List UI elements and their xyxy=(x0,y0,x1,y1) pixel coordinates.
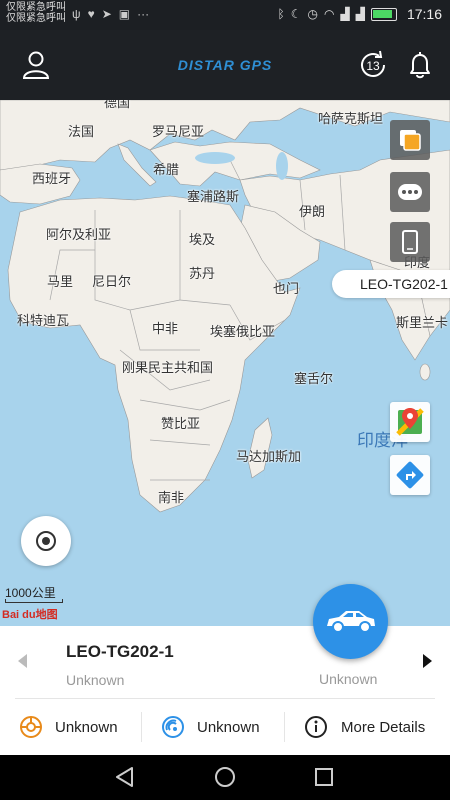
map-label-iran: 伊朗 xyxy=(299,204,326,219)
nav-buttons xyxy=(116,767,333,787)
device-name: LEO-TG202-1 xyxy=(66,642,174,661)
map-label-ethiopia: 埃塞俄比亚 xyxy=(210,324,276,339)
map-label-seychelles: 塞舌尔 xyxy=(294,371,334,386)
signal-status-button[interactable]: Unknown xyxy=(160,712,260,742)
map-chat-button[interactable] xyxy=(390,172,430,212)
more-details-label: More Details xyxy=(341,718,426,736)
layers-icon xyxy=(400,130,421,151)
map-scale-bar xyxy=(5,599,63,603)
map-pin-icon xyxy=(396,408,424,436)
map-label-ivory-coast: 科特迪瓦 xyxy=(17,313,70,328)
recents-icon[interactable] xyxy=(315,768,333,786)
map-label-drc: 刚果民主共和国 xyxy=(122,360,214,375)
home-icon[interactable] xyxy=(215,767,235,787)
map-label-germany: 德国 xyxy=(104,100,131,110)
usb-icon: ψ xyxy=(72,7,81,21)
map-label-central-africa: 中非 xyxy=(152,321,179,336)
wifi-icon: ◠ xyxy=(324,7,335,21)
map-label-south-africa: 南非 xyxy=(158,490,185,505)
baidu-logo: Bai du地图 xyxy=(2,609,58,621)
signal-icon-2: ▟ xyxy=(355,7,365,21)
clock: 17:16 xyxy=(406,6,442,22)
phone-icon xyxy=(402,230,418,254)
map-view[interactable]: 德国 法国 罗马尼亚 哈萨克斯坦 西班牙 希腊 塞浦路斯 伊朗 阿尔及利亚 埃及… xyxy=(0,100,450,626)
back-icon[interactable] xyxy=(116,767,133,787)
signal-icon-blue xyxy=(162,716,184,738)
notifications-button[interactable] xyxy=(404,49,436,81)
map-layers-button[interactable] xyxy=(390,120,430,160)
vehicle-fab-button[interactable] xyxy=(313,584,388,659)
target-icon xyxy=(36,531,56,551)
next-device-arrow[interactable] xyxy=(423,654,432,668)
more-icon: ··· xyxy=(137,7,150,21)
map-label-mali: 马里 xyxy=(47,274,74,289)
history-badge: 13 xyxy=(366,59,380,73)
device-status: Unknown xyxy=(66,672,125,688)
moon-icon: ☾ xyxy=(290,7,302,21)
carrier-line-1: 仅限紧急呼叫 xyxy=(6,2,66,13)
battery-fill xyxy=(372,9,392,18)
bell-icon xyxy=(410,52,430,79)
map-device-button[interactable] xyxy=(390,222,430,262)
signal-icon: ▟ xyxy=(340,7,350,21)
map-label-cyprus: 塞浦路斯 xyxy=(187,189,240,204)
system-icons: ᛒ ☾ ◷ ◠ ▟ ▟ 17:16 xyxy=(278,6,442,22)
system-nav-bar xyxy=(0,755,450,800)
map-label-madagascar: 马达加斯加 xyxy=(236,449,302,464)
map-label-romania: 罗马尼亚 xyxy=(152,124,205,139)
map-label-sri-lanka: 斯里兰卡 xyxy=(396,315,449,330)
directions-icon xyxy=(396,461,424,489)
more-details-button[interactable]: More Details xyxy=(303,712,425,742)
action-separator-1 xyxy=(141,712,142,742)
send-icon: ➤ xyxy=(101,7,112,21)
history-icon: 13 xyxy=(361,50,385,77)
app-header: DISTAR GPS 13 xyxy=(0,30,450,100)
map-label-greece: 希腊 xyxy=(153,162,180,177)
acc-status-button[interactable]: Unknown xyxy=(18,712,118,742)
device-status-right: Unknown xyxy=(319,671,378,687)
map-label-kazakhstan: 哈萨克斯坦 xyxy=(318,111,384,126)
map-label-egypt: 埃及 xyxy=(189,232,216,247)
status-bar: 仅限紧急呼叫 仅限紧急呼叫 ψ ♥ ➤ ▣ ··· ᛒ ☾ ◷ ◠ ▟ ▟ 17… xyxy=(0,0,450,30)
chat-icon xyxy=(398,184,422,200)
map-label-yemen: 也门 xyxy=(273,281,300,296)
notification-icons: ψ ♥ ➤ ▣ ··· xyxy=(72,7,149,21)
action-separator-2 xyxy=(284,712,285,742)
map-label-algeria: 阿尔及利亚 xyxy=(46,227,112,242)
car-icon xyxy=(327,611,375,633)
map-label-spain: 西班牙 xyxy=(32,171,72,186)
engine-icon xyxy=(20,716,42,738)
map-label-zambia: 赞比亚 xyxy=(161,416,201,431)
map-navigation-button[interactable] xyxy=(390,402,430,442)
alarm-icon: ◷ xyxy=(307,7,318,21)
battery-icon xyxy=(370,7,397,21)
acc-status-label: Unknown xyxy=(55,718,118,736)
map-route-button[interactable] xyxy=(390,455,430,495)
carrier-info: 仅限紧急呼叫 仅限紧急呼叫 xyxy=(6,2,66,24)
history-button[interactable]: 13 xyxy=(357,49,389,81)
vehicle-marker-text: LEO-TG202-1 xyxy=(360,276,448,292)
info-icon xyxy=(305,716,327,738)
map-label-sudan: 苏丹 xyxy=(189,266,216,281)
map-label-niger: 尼日尔 xyxy=(92,274,132,289)
bluetooth-icon: ᛒ xyxy=(277,7,285,21)
vehicle-marker-label[interactable]: LEO-TG202-1 xyxy=(332,270,450,298)
carrier-line-2: 仅限紧急呼叫 xyxy=(6,13,66,24)
signal-status-label: Unknown xyxy=(197,718,260,736)
wallet-icon: ▣ xyxy=(118,7,131,21)
panel-divider xyxy=(15,698,435,699)
locate-me-button[interactable] xyxy=(21,516,71,566)
health-icon: ♥ xyxy=(87,7,95,21)
map-label-france: 法国 xyxy=(68,124,95,139)
previous-device-arrow[interactable] xyxy=(18,654,27,668)
app-root: 仅限紧急呼叫 仅限紧急呼叫 ψ ♥ ➤ ▣ ··· ᛒ ☾ ◷ ◠ ▟ ▟ 17… xyxy=(0,0,450,800)
